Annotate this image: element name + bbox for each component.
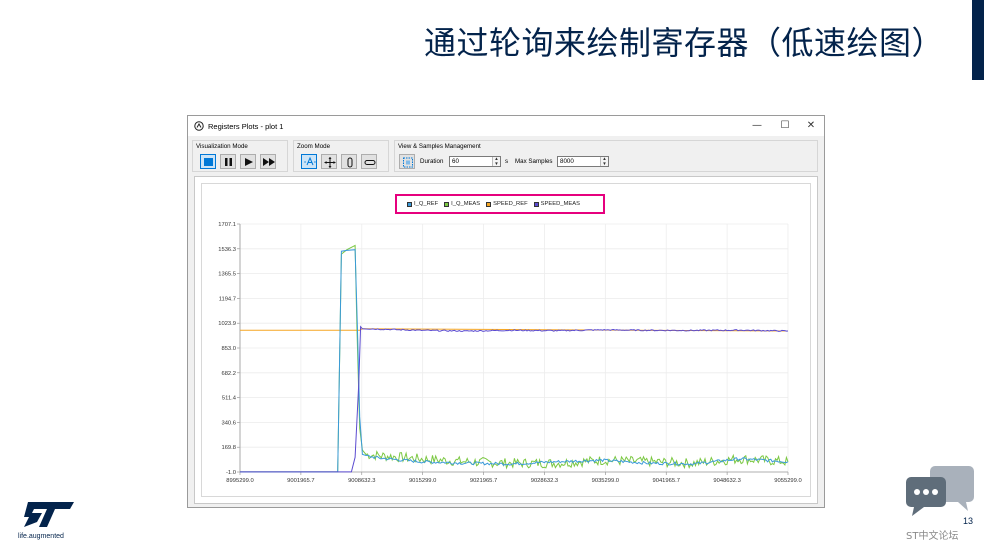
legend-swatch (444, 201, 450, 207)
play-button[interactable] (240, 154, 256, 169)
visualization-mode-group: Visualization Mode (192, 140, 288, 172)
y-tick-label: 1536.3 (218, 247, 236, 253)
x-tick-label: 9055299.0 (774, 478, 801, 484)
x-tick-label: 9001965.7 (287, 478, 314, 484)
x-tick-label: 9028632.3 (531, 478, 558, 484)
y-tick-label: 853.0 (221, 346, 236, 352)
view-samples-label: View & Samples Management (398, 143, 481, 150)
maximize-button[interactable]: ☐ (772, 116, 798, 136)
plot-area[interactable]: 1707.1 1536.3 1365.5 1194.7 1023.9 853.0 682.2… (201, 183, 811, 497)
close-button[interactable]: ✕ (798, 116, 824, 136)
legend-item: I_Q_REF (407, 201, 438, 207)
chat-bubble-icon (906, 466, 974, 516)
fit-view-icon (403, 157, 413, 168)
legend-label: I_Q_MEAS (451, 201, 481, 207)
y-tick-label: 1707.1 (218, 222, 236, 228)
max-samples-value: 8000 (560, 158, 574, 165)
x-tick-label: 9015299.0 (409, 478, 436, 484)
zoom-xy-icon (324, 157, 336, 168)
max-samples-label: Max Samples (515, 158, 553, 165)
y-tick-label: 682.2 (221, 371, 236, 377)
app-icon (194, 121, 204, 131)
x-tick-label: 9048632.3 (713, 478, 740, 484)
toolbar: Visualization Mode Zoom Mode View & Samp… (192, 140, 820, 172)
legend-label: SPEED_REF (493, 201, 528, 207)
zoom-mode-group: Zoom Mode (293, 140, 389, 172)
series-line-speed-meas (240, 325, 789, 473)
legend-item: SPEED_REF (486, 201, 528, 207)
duration-label: Duration (420, 158, 444, 165)
zoom-mode-label: Zoom Mode (297, 143, 331, 150)
play-icon (245, 158, 253, 166)
y-tick-label: -1.0 (226, 470, 236, 476)
slide-title: 通过轮询来绘制寄存器（低速绘图） (423, 24, 944, 62)
pause-icon (225, 158, 232, 166)
registers-line-chart: 1707.1 1536.3 1365.5 1194.7 1023.9 853.0 682.2… (218, 222, 801, 484)
st-logo-icon (24, 502, 74, 527)
x-tick-label: 9041965.7 (653, 478, 680, 484)
legend-item: SPEED_MEAS (533, 201, 580, 207)
spin-arrows-icon[interactable]: ▲ ▼ (492, 156, 500, 166)
minimize-button[interactable]: — (744, 116, 770, 136)
accent-bar (972, 0, 984, 80)
window-title: Registers Plots - plot 1 (208, 121, 284, 131)
legend-label: I_Q_REF (414, 201, 439, 207)
zoom-xy-button[interactable] (321, 154, 337, 169)
legend-swatch (533, 201, 539, 207)
stop-icon (204, 158, 213, 166)
legend-label: SPEED_MEAS (540, 201, 580, 207)
zoom-horizontal-icon (364, 160, 376, 165)
y-tick-label: 511.4 (222, 396, 237, 402)
duration-value: 60 (452, 158, 459, 165)
y-tick-label: 1194.7 (219, 296, 236, 302)
y-tick-label: 1023.9 (218, 321, 236, 327)
y-tick-label: 340.6 (221, 420, 236, 426)
forum-label: ST中文论坛 (906, 531, 959, 542)
zoom-vertical-icon (347, 157, 353, 168)
view-samples-group: View & Samples Management Duration 60 ▲ ▼… (394, 140, 818, 172)
x-tick-label: 9008632.3 (348, 478, 375, 484)
legend-item: I_Q_MEAS (444, 201, 480, 207)
reset-view-button[interactable] (399, 154, 415, 169)
visualization-mode-label: Visualization Mode (196, 143, 248, 150)
series-line-i-q-meas (240, 244, 789, 473)
registers-plots-window: Registers Plots - plot 1 — ☐ ✕ Visualiza… (187, 115, 825, 508)
spin-arrows-icon[interactable]: ▲ ▼ (600, 156, 608, 166)
legend-swatch (407, 201, 412, 207)
zoom-vertical-button[interactable] (341, 154, 357, 169)
brand-tagline: life.augmented (18, 533, 64, 540)
x-tick-label: 9035299.0 (592, 478, 619, 484)
stop-button[interactable] (200, 154, 216, 169)
y-tick-label: 169.8 (221, 445, 236, 451)
page-number: 13 (962, 516, 973, 526)
legend-swatch (486, 201, 492, 207)
zoom-horizontal-button[interactable] (361, 154, 377, 169)
fast-forward-icon (263, 158, 275, 166)
series-line-i-q-ref (240, 249, 789, 473)
max-samples-spinbox[interactable]: 8000 ▲ ▼ (557, 156, 609, 167)
duration-spinbox[interactable]: 60 ▲ ▼ (449, 156, 501, 167)
fast-forward-button[interactable] (260, 154, 276, 169)
x-tick-label: 9021965.7 (470, 478, 497, 484)
duration-unit: s (505, 158, 509, 165)
chart-legend: I_Q_REF I_Q_MEAS SPEED_REF SPEED_MEAS (395, 194, 605, 214)
window-titlebar[interactable]: Registers Plots - plot 1 — ☐ ✕ (188, 116, 824, 136)
x-tick-label: 8995299.0 (226, 478, 253, 484)
y-tick-label: 1365.5 (218, 272, 236, 278)
zoom-auto-icon (304, 156, 316, 166)
pause-button[interactable] (220, 154, 236, 169)
zoom-auto-button[interactable] (301, 154, 317, 169)
plot-frame: 1707.1 1536.3 1365.5 1194.7 1023.9 853.0 682.2… (194, 176, 818, 504)
